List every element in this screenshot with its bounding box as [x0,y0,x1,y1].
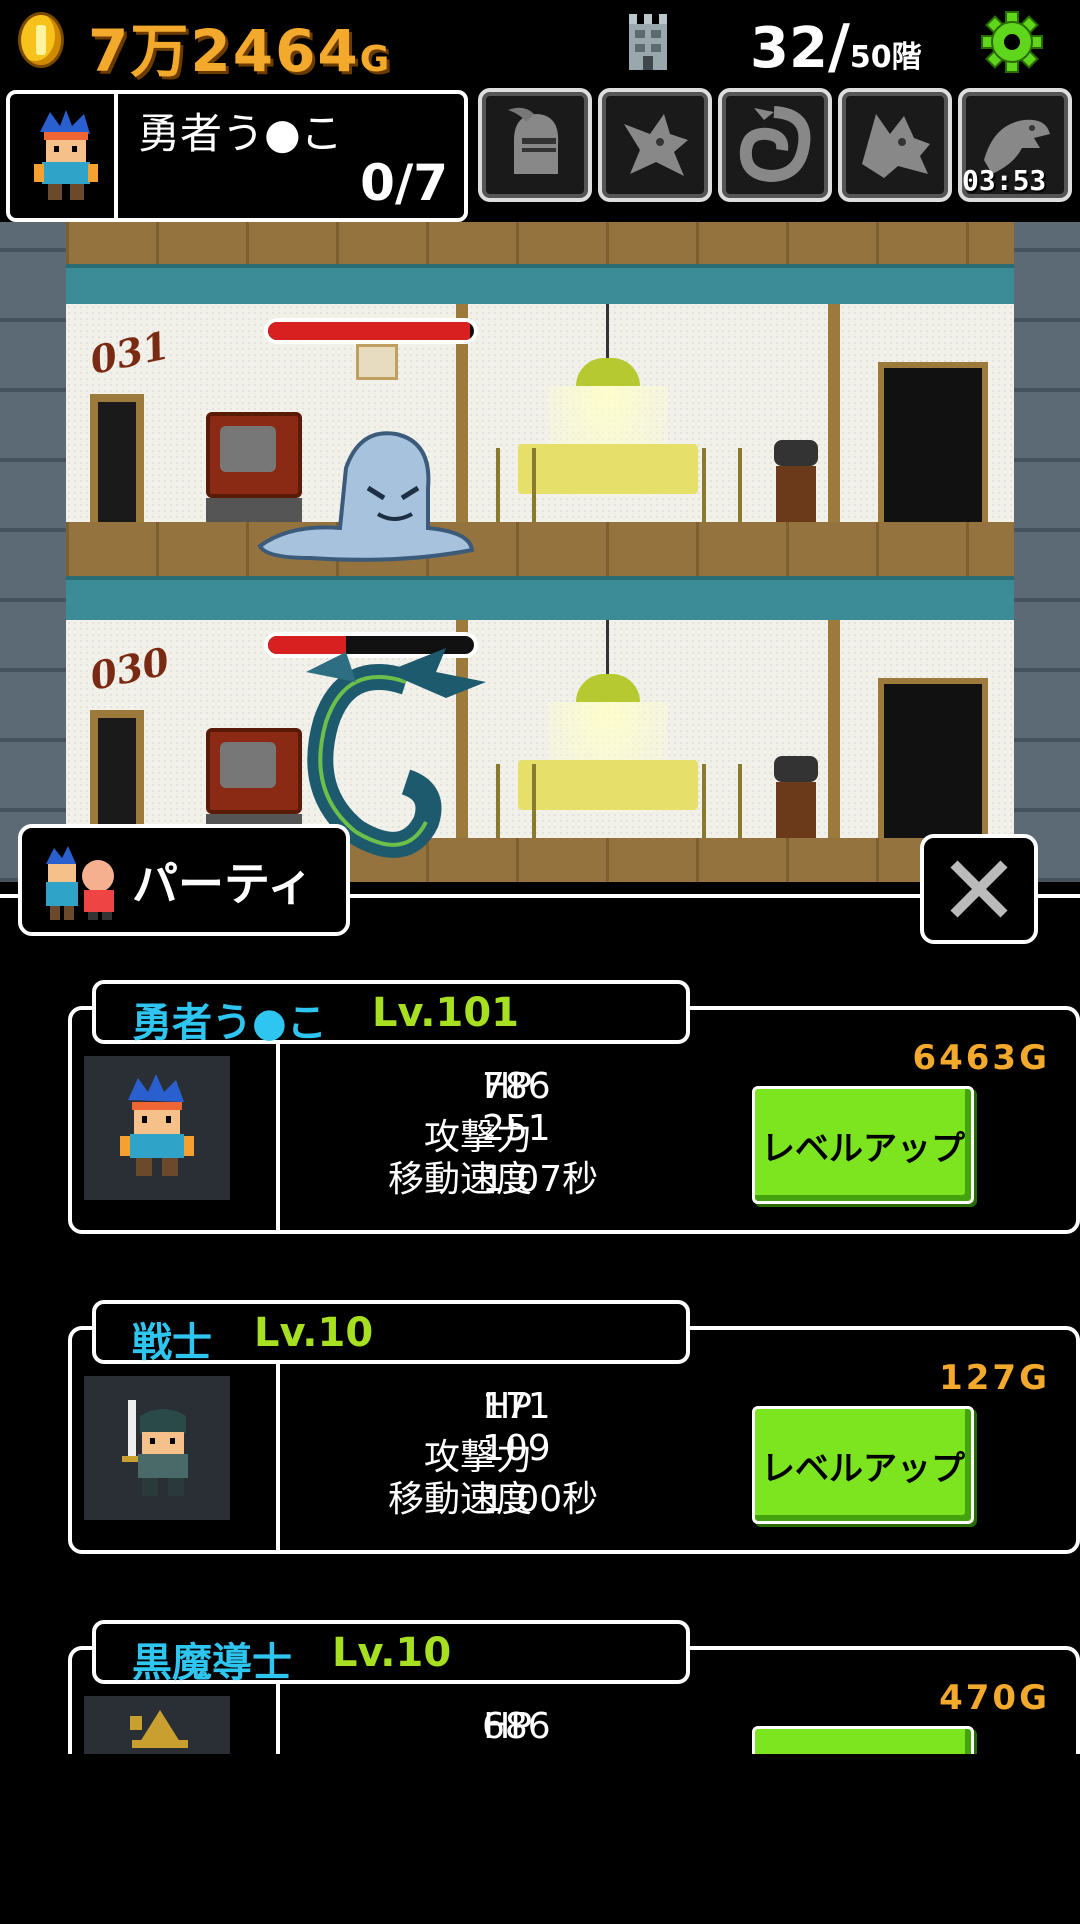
stat-speed-value: 1.07秒 [482,1159,599,1200]
level-up-cost: 470G [939,1678,1050,1718]
telephone-icon [774,440,818,466]
member-name: 戦士 [132,1320,212,1366]
gold-counter: 7万2464G [88,17,392,85]
stat-attack-value: 251 [482,1108,551,1149]
tower-scene: 031 030 [0,222,1080,882]
monster-hp-bar [264,318,478,344]
member-name: 勇者う●こ [132,1000,327,1046]
member-clip: HP 686 470G 黒魔導士 Lv.10 [0,1620,1080,1754]
close-button[interactable] [920,834,1038,944]
lamp-cord [606,620,609,682]
member-avatar [84,1376,230,1520]
stat-hp-value: 686 [482,1706,551,1747]
ceiling-band [66,576,1014,624]
floor-counter: 32/50階 [750,12,922,82]
hero-portrait [34,110,98,200]
monster-slot-serpent[interactable] [718,88,832,202]
stat-attack-value: 109 [482,1428,551,1469]
member-level: Lv.10 [332,1630,452,1676]
wolf-icon [862,114,930,178]
level-up-button[interactable]: レベルアップ [752,1086,974,1204]
hp-fill [268,322,470,340]
level-up-button[interactable] [752,1726,974,1754]
ghost-monster[interactable] [250,428,480,564]
telephone-icon [774,756,818,782]
dragon-icon [624,114,688,176]
floor-board-31 [66,522,1014,576]
level-up-button[interactable]: レベルアップ [752,1406,974,1524]
left-wall [0,222,66,882]
level-up-cost: 6463G [912,1038,1050,1078]
right-wall [1014,222,1080,882]
close-icon [950,860,1008,918]
hero-status-card[interactable]: 勇者う●こ 0/7 [6,90,468,222]
coin-icon [18,12,64,68]
stat-speed-value: 1.00秒 [482,1479,599,1520]
level-up-cost: 127G [939,1358,1050,1398]
back-door [878,678,988,848]
stat-hp-value: 171 [482,1386,551,1427]
serpent-icon [739,106,811,183]
chair [496,448,536,528]
chair [702,764,742,844]
hero-sprite [120,1074,194,1176]
member-name-tab: 戦士 Lv.10 [92,1300,690,1366]
dining-table [518,444,698,494]
member-level: Lv.101 [372,990,519,1036]
floor-board-32 [66,222,1014,264]
member-name-tab: 黒魔導士 Lv.10 [92,1620,690,1686]
member-name-tab: 勇者う●こ Lv.101 [92,980,690,1046]
back-door [878,362,988,532]
lamp-cord [606,304,609,366]
member-avatar [84,1696,230,1754]
black-mage-sprite [130,1710,188,1748]
tower-icon[interactable] [625,12,671,70]
stat-hp-value: 786 [482,1066,551,1107]
chair [702,448,742,528]
spawn-timer: 03:53 [962,164,1047,197]
knight-icon [508,107,559,174]
hero-card-divider [114,94,118,218]
member-avatar [84,1056,230,1200]
dining-table [518,760,698,810]
monster-slot-wolf[interactable] [838,88,952,202]
wall-picture [356,344,398,380]
member-level: Lv.10 [254,1310,374,1356]
hero-name: 勇者う●こ [138,109,343,158]
party-title: パーティ [132,857,314,911]
hero-progress: 0/7 [360,154,448,212]
monster-slot-dragon[interactable] [598,88,712,202]
warrior-sprite [122,1400,188,1496]
gear-icon[interactable] [980,10,1044,74]
party-icon [46,846,114,920]
member-name: 黒魔導士 [132,1640,292,1686]
monster-slot-knight[interactable] [478,88,592,202]
party-tab[interactable]: パーティ [18,824,350,936]
